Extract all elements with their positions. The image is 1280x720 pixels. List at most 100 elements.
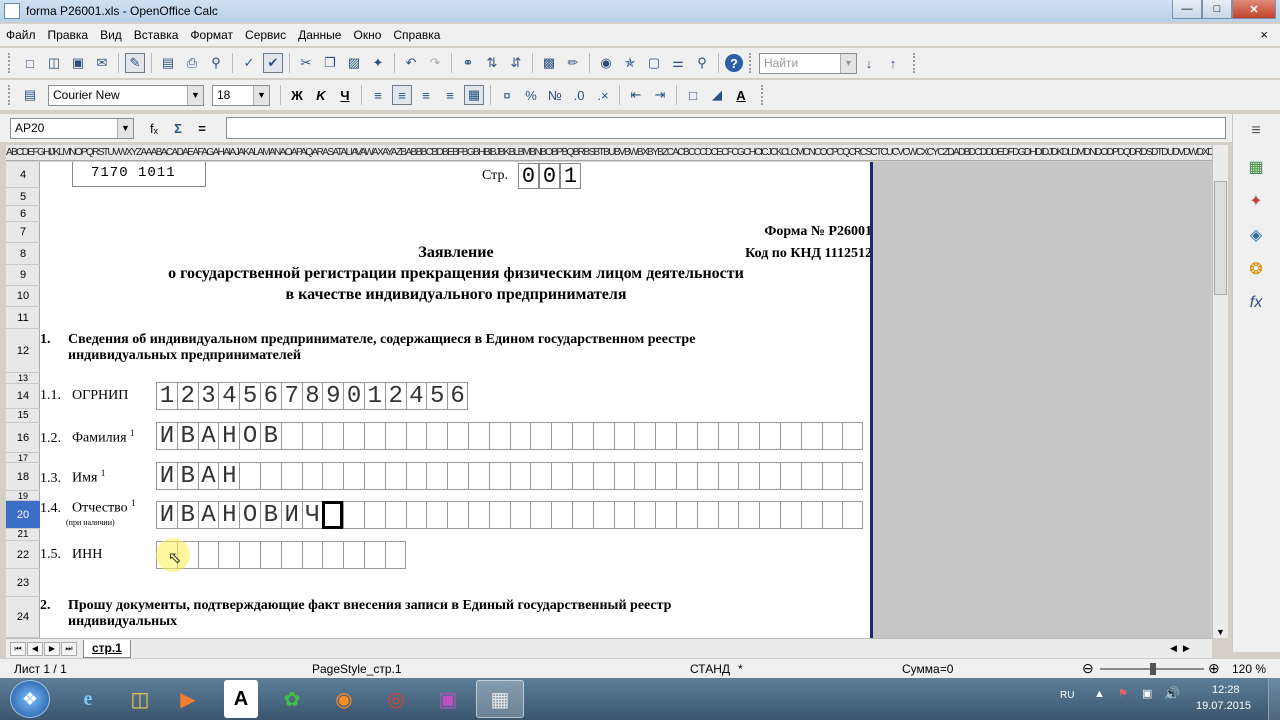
form-cell[interactable] (696, 501, 718, 529)
merge-cells-icon[interactable]: ▦ (464, 85, 484, 105)
functions-sidebar-icon[interactable]: fx (1243, 290, 1269, 316)
form-cell[interactable] (717, 422, 739, 450)
menu-help[interactable]: Справка (387, 28, 446, 42)
row-header[interactable]: 8 (6, 243, 40, 265)
function-wizard-icon[interactable]: fₓ (144, 118, 164, 138)
form-cell[interactable] (343, 422, 364, 450)
openoffice-calc-task-icon[interactable]: ▦ (476, 680, 524, 718)
borders-icon[interactable]: □ (683, 85, 703, 105)
form-cell[interactable] (343, 501, 364, 529)
form-cell[interactable] (322, 422, 344, 450)
page-digit[interactable]: 0 (518, 163, 539, 189)
form-cell[interactable] (509, 501, 531, 529)
explorer-folder-icon[interactable]: ◫ (116, 680, 164, 718)
sidebar-menu-icon[interactable]: ≡ (1243, 118, 1269, 144)
form-cell[interactable] (634, 501, 656, 529)
percent-format-icon[interactable]: % (521, 85, 541, 105)
copy-icon[interactable]: ❐ (320, 53, 340, 73)
new-document-icon[interactable]: □ (20, 53, 40, 73)
menu-insert[interactable]: Вставка (128, 28, 185, 42)
form-cell[interactable] (738, 462, 760, 490)
form-cell[interactable] (696, 422, 718, 450)
start-button[interactable]: ❖ (10, 680, 50, 718)
undo-icon[interactable]: ↶ (401, 53, 421, 73)
page-digit[interactable]: 0 (539, 163, 560, 189)
outside-print-area[interactable] (873, 162, 1211, 638)
close-document-icon[interactable]: × (1260, 27, 1268, 42)
properties-icon[interactable]: ▦ (1243, 154, 1269, 180)
align-center-icon[interactable]: ≡ (392, 85, 412, 105)
form-cell[interactable] (759, 501, 780, 529)
form-cell[interactable] (447, 422, 468, 450)
network-icon[interactable]: ▣ (1142, 687, 1152, 700)
form-cell[interactable]: 5 (239, 382, 260, 410)
minimize-button[interactable]: — (1172, 0, 1202, 19)
form-cell[interactable] (842, 422, 864, 450)
row-header[interactable]: 4 (6, 162, 40, 188)
menu-data[interactable]: Данные (292, 28, 347, 42)
scroll-down-icon[interactable]: ▼ (1216, 627, 1225, 637)
form-cell[interactable] (488, 422, 510, 450)
find-replace-icon[interactable]: ◉ (596, 53, 616, 73)
form-cell[interactable] (280, 541, 302, 569)
name-box[interactable]: AP20 ▼ (10, 117, 134, 139)
form-cell[interactable] (301, 462, 323, 490)
font-name-select[interactable]: Courier New ▼ (48, 84, 204, 106)
maximize-button[interactable]: □ (1202, 0, 1232, 19)
form-cell[interactable] (343, 462, 364, 490)
form-cell[interactable] (779, 462, 801, 490)
spreadsheet-grid[interactable]: 7170 1011 Стр. 0 0 1 Форма № Р26001 Код … (40, 162, 872, 638)
email-icon[interactable]: ✉ (92, 53, 112, 73)
form-cell[interactable] (551, 462, 572, 490)
chevron-down-icon[interactable]: ▼ (117, 118, 133, 138)
form-cell[interactable] (800, 422, 822, 450)
underline-button[interactable]: Ч (335, 85, 355, 105)
form-cell[interactable]: 0 (343, 382, 364, 410)
open-folder-icon[interactable]: ◫ (44, 53, 64, 73)
form-cell[interactable]: 4 (218, 382, 240, 410)
find-previous-icon[interactable]: ↑ (883, 53, 903, 73)
currency-format-icon[interactable]: ¤ (497, 85, 517, 105)
autospellcheck-icon[interactable]: ✔ (263, 53, 283, 73)
form-cell[interactable] (592, 501, 614, 529)
add-decimal-icon[interactable]: .0 (569, 85, 589, 105)
print-preview-icon[interactable]: ⚲ (206, 53, 226, 73)
form-cell[interactable] (634, 462, 656, 490)
form-cell[interactable]: О (239, 422, 260, 450)
page-number-cells[interactable]: 0 0 1 (518, 163, 581, 189)
form-cell[interactable]: И (280, 501, 302, 529)
form-cell[interactable]: В (259, 422, 281, 450)
row-header[interactable]: 5 (6, 188, 40, 206)
delete-decimal-icon[interactable]: .× (593, 85, 613, 105)
form-cell[interactable]: А (197, 501, 219, 529)
row-header[interactable]: 12 (6, 329, 40, 373)
form-cell[interactable] (322, 541, 344, 569)
form-cell[interactable] (551, 422, 572, 450)
form-cell[interactable] (488, 462, 510, 490)
decrease-indent-icon[interactable]: ⇤ (626, 85, 646, 105)
form-cell[interactable] (447, 501, 468, 529)
zoom-in-icon[interactable]: ⊕ (1208, 660, 1220, 677)
form-cell[interactable] (259, 541, 281, 569)
row-header[interactable]: 24 (6, 597, 40, 638)
show-desktop-button[interactable] (1268, 678, 1280, 720)
form-cell[interactable] (384, 422, 406, 450)
paste-icon[interactable]: ▨ (344, 53, 364, 73)
next-sheet-icon[interactable]: ▶ (44, 641, 60, 656)
form-cell[interactable] (280, 422, 302, 450)
form-cell[interactable] (592, 462, 614, 490)
chevron-down-icon[interactable]: ▼ (840, 53, 856, 73)
menu-view[interactable]: Вид (94, 28, 128, 42)
form-cell[interactable]: 5 (426, 382, 448, 410)
scroll-right-icon[interactable]: ▶ (1183, 643, 1190, 654)
form-cell[interactable] (197, 541, 219, 569)
form-cell[interactable] (717, 462, 739, 490)
icq-icon[interactable]: ✿ (268, 680, 316, 718)
form-cell[interactable] (384, 541, 406, 569)
status-zoom[interactable]: 120 % (1232, 662, 1266, 676)
form-cell[interactable]: А (197, 462, 219, 490)
form-cell[interactable]: Ч (301, 501, 323, 529)
find-next-icon[interactable]: ↓ (859, 53, 879, 73)
ogrnip-cells[interactable]: 123456789012456 (156, 382, 468, 410)
form-cell[interactable] (655, 422, 676, 450)
